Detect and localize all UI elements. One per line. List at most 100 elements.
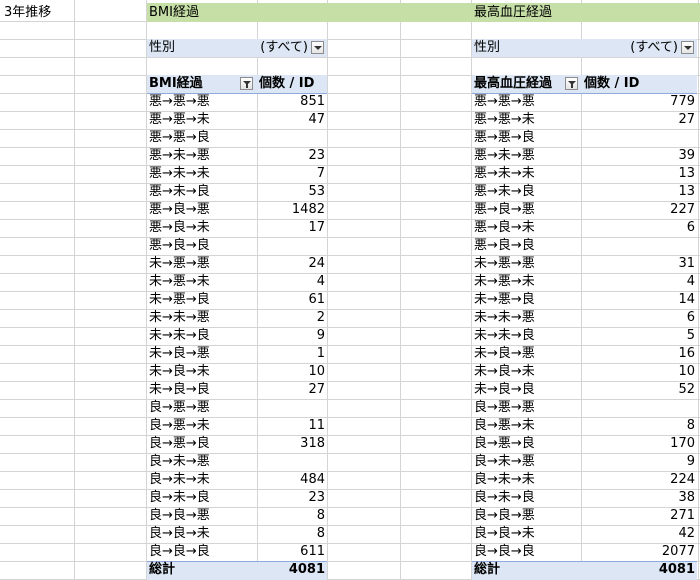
bp-row-label[interactable]: 未→良→未	[472, 363, 577, 381]
bmi-total-value[interactable]: 4081	[257, 561, 327, 579]
bp-row-header[interactable]: 最高血圧経過	[472, 75, 564, 93]
bp-row-label[interactable]: 良→未→悪	[472, 453, 577, 471]
bmi-row-label[interactable]: 未→良→未	[147, 363, 252, 381]
bp-row-label[interactable]: 悪→未→良	[472, 183, 577, 201]
bp-row-value[interactable]: 271	[582, 507, 697, 525]
bp-row-label[interactable]: 悪→良→未	[472, 219, 577, 237]
bmi-value-header[interactable]: 個数 / ID	[257, 75, 329, 93]
bp-row-label[interactable]: 悪→悪→未	[472, 111, 577, 129]
bmi-row-value[interactable]: 61	[257, 291, 327, 309]
bp-row-label[interactable]: 未→悪→悪	[472, 255, 577, 273]
bp-row-label[interactable]: 良→未→良	[472, 489, 577, 507]
bp-row-label[interactable]: 良→未→未	[472, 471, 577, 489]
bmi-row-label[interactable]: 未→良→悪	[147, 345, 252, 363]
bmi-row-label[interactable]: 悪→悪→悪	[147, 93, 252, 111]
bp-row-value[interactable]: 6	[582, 309, 697, 327]
bmi-row-value[interactable]: 47	[257, 111, 327, 129]
bp-row-value[interactable]: 42	[582, 525, 697, 543]
bp-value-header[interactable]: 個数 / ID	[582, 75, 672, 93]
bp-row-label[interactable]: 未→良→良	[472, 381, 577, 399]
bp-row-label[interactable]: 良→悪→悪	[472, 399, 577, 417]
bp-row-value[interactable]: 10	[582, 363, 697, 381]
bp-row-value[interactable]: 38	[582, 489, 697, 507]
bmi-row-value[interactable]: 23	[257, 489, 327, 507]
bp-row-value[interactable]: 39	[582, 147, 697, 165]
bp-row-value[interactable]: 4	[582, 273, 697, 291]
bp-total-value[interactable]: 4081	[582, 561, 697, 579]
bp-row-value[interactable]: 6	[582, 219, 697, 237]
bp-row-value[interactable]: 2077	[582, 543, 697, 561]
bmi-row-value[interactable]: 27	[257, 381, 327, 399]
bmi-row-value[interactable]: 8	[257, 507, 327, 525]
bmi-row-label[interactable]: 良→未→未	[147, 471, 252, 489]
bp-row-label[interactable]: 未→良→悪	[472, 345, 577, 363]
bmi-row-value[interactable]: 8	[257, 525, 327, 543]
bmi-row-label[interactable]: 悪→未→良	[147, 183, 252, 201]
bp-row-label[interactable]: 良→悪→未	[472, 417, 577, 435]
bmi-row-value[interactable]: 4	[257, 273, 327, 291]
bp-row-value[interactable]: 5	[582, 327, 697, 345]
bmi-row-label[interactable]: 悪→悪→未	[147, 111, 252, 129]
bmi-row-label[interactable]: 悪→良→悪	[147, 201, 252, 219]
bmi-row-label[interactable]: 未→悪→悪	[147, 255, 252, 273]
bp-row-value[interactable]: 224	[582, 471, 697, 489]
bp-row-label[interactable]: 未→悪→未	[472, 273, 577, 291]
bmi-row-value[interactable]	[257, 237, 327, 255]
bp-filter-dropdown-button[interactable]	[681, 41, 694, 54]
bmi-filter-dropdown-button[interactable]	[311, 41, 324, 54]
bmi-row-label[interactable]: 悪→未→悪	[147, 147, 252, 165]
bp-row-label[interactable]: 良→悪→良	[472, 435, 577, 453]
bmi-total-label[interactable]: 総計	[147, 561, 247, 579]
bp-row-label[interactable]: 悪→悪→良	[472, 129, 577, 147]
bmi-row-value[interactable]: 9	[257, 327, 327, 345]
bmi-row-filter-button[interactable]	[240, 77, 253, 90]
bmi-row-label[interactable]: 良→良→未	[147, 525, 252, 543]
bp-row-label[interactable]: 未→悪→良	[472, 291, 577, 309]
bp-total-label[interactable]: 総計	[472, 561, 572, 579]
bp-pivot-title[interactable]: 最高血圧経過	[472, 4, 672, 22]
bmi-row-value[interactable]	[257, 453, 327, 471]
bmi-row-value[interactable]: 2	[257, 309, 327, 327]
bmi-row-value[interactable]: 318	[257, 435, 327, 453]
bp-row-value[interactable]	[582, 129, 697, 147]
bp-row-label[interactable]: 良→良→良	[472, 543, 577, 561]
bp-row-value[interactable]: 227	[582, 201, 697, 219]
bp-row-value[interactable]: 31	[582, 255, 697, 273]
bp-row-label[interactable]: 良→良→未	[472, 525, 577, 543]
bp-row-value[interactable]: 170	[582, 435, 697, 453]
bmi-row-value[interactable]: 23	[257, 147, 327, 165]
bmi-row-label[interactable]: 悪→悪→良	[147, 129, 252, 147]
bmi-row-value[interactable]: 11	[257, 417, 327, 435]
bmi-row-label[interactable]: 未→悪→未	[147, 273, 252, 291]
bp-row-value[interactable]: 13	[582, 165, 697, 183]
bmi-row-label[interactable]: 良→悪→悪	[147, 399, 252, 417]
bmi-row-label[interactable]: 悪→良→良	[147, 237, 252, 255]
bp-row-label[interactable]: 未→未→悪	[472, 309, 577, 327]
bp-row-label[interactable]: 悪→未→悪	[472, 147, 577, 165]
bmi-row-label[interactable]: 未→良→良	[147, 381, 252, 399]
bp-row-value[interactable]: 13	[582, 183, 697, 201]
bmi-row-label[interactable]: 悪→未→未	[147, 165, 252, 183]
bmi-row-label[interactable]: 悪→良→未	[147, 219, 252, 237]
bmi-row-value[interactable]	[257, 129, 327, 147]
bp-row-value[interactable]: 52	[582, 381, 697, 399]
bp-row-value[interactable]: 8	[582, 417, 697, 435]
bmi-filter-value[interactable]: (すべて)	[250, 39, 310, 57]
bmi-row-value[interactable]: 611	[257, 543, 327, 561]
bp-row-value[interactable]: 14	[582, 291, 697, 309]
bp-row-value[interactable]	[582, 399, 697, 417]
bp-row-value[interactable]: 27	[582, 111, 697, 129]
bmi-row-label[interactable]: 良→良→良	[147, 543, 252, 561]
bp-row-label[interactable]: 未→未→良	[472, 327, 577, 345]
bmi-pivot-title[interactable]: BMI経過	[147, 4, 347, 22]
bmi-row-value[interactable]: 484	[257, 471, 327, 489]
bp-row-label[interactable]: 悪→未→未	[472, 165, 577, 183]
bmi-row-value[interactable]: 1482	[257, 201, 327, 219]
bp-row-value[interactable]: 779	[582, 93, 697, 111]
bmi-row-value[interactable]	[257, 399, 327, 417]
bp-row-label[interactable]: 悪→良→良	[472, 237, 577, 255]
bmi-row-value[interactable]: 24	[257, 255, 327, 273]
bmi-row-value[interactable]: 1	[257, 345, 327, 363]
bp-row-value[interactable]: 16	[582, 345, 697, 363]
bp-row-label[interactable]: 悪→悪→悪	[472, 93, 577, 111]
